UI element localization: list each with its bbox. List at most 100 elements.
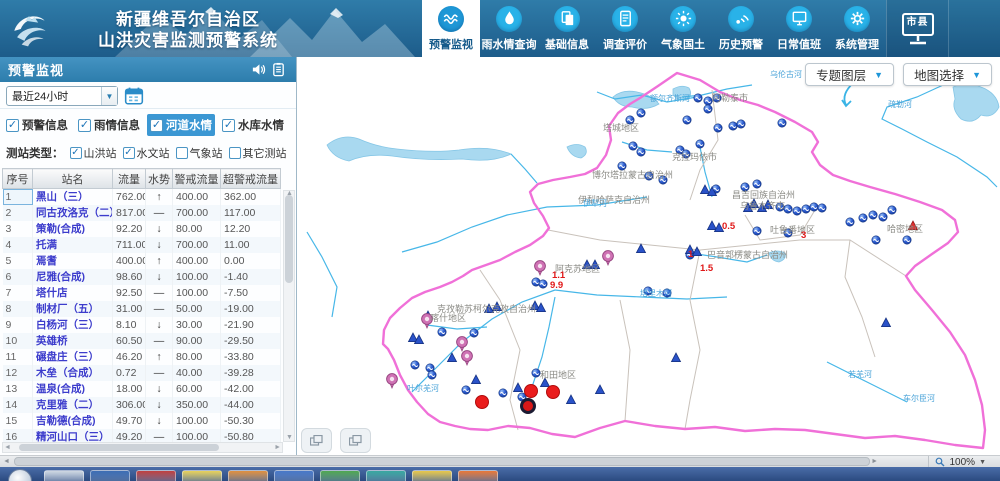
flood-station-marker[interactable] bbox=[472, 375, 481, 384]
hydro-station-marker[interactable] bbox=[879, 213, 887, 221]
report-list-icon[interactable] bbox=[268, 61, 288, 79]
hydro-station-marker[interactable] bbox=[694, 94, 702, 102]
nav-item-signal[interactable]: 历史预警 bbox=[712, 0, 770, 57]
filter-预警信息[interactable]: ✓预警信息 bbox=[3, 114, 71, 136]
filter-河道水情[interactable]: ✓河道水情 bbox=[147, 114, 215, 136]
hydro-station-marker[interactable] bbox=[869, 211, 877, 219]
basemap-select-button[interactable]: 地图选择 ▼ bbox=[903, 63, 992, 86]
taskbar-app-button[interactable] bbox=[458, 470, 498, 481]
checkbox[interactable] bbox=[229, 147, 241, 159]
hydro-station-marker[interactable] bbox=[753, 227, 761, 235]
warning-pin-marker[interactable] bbox=[387, 374, 398, 388]
table-row[interactable]: 6尼雅(合成)98.60↓100.00-1.40 bbox=[3, 269, 281, 285]
table-row[interactable]: 13温泉(合成)18.00↓60.00-42.00 bbox=[3, 381, 281, 397]
hydro-station-marker[interactable] bbox=[629, 142, 637, 150]
taskbar-app-button[interactable] bbox=[412, 470, 452, 481]
taskbar-app-button[interactable] bbox=[366, 470, 406, 481]
filter-水库水情[interactable]: ✓水库水情 bbox=[219, 114, 287, 136]
map-window-tool-button[interactable] bbox=[301, 428, 332, 453]
hydro-station-marker[interactable] bbox=[778, 119, 786, 127]
hydro-station-marker[interactable] bbox=[618, 162, 626, 170]
station-type-山洪站[interactable]: ✓山洪站 bbox=[70, 145, 117, 161]
windows-taskbar[interactable] bbox=[0, 467, 1000, 481]
sound-icon[interactable] bbox=[248, 61, 268, 79]
hydro-station-marker[interactable] bbox=[704, 97, 712, 105]
table-vertical-scrollbar[interactable]: ▲ ▼ bbox=[283, 190, 295, 442]
horizontal-scrollbar-thumb[interactable] bbox=[14, 457, 870, 466]
table-row[interactable]: 10英雄桥60.50—90.00-29.50 bbox=[3, 333, 281, 349]
alarm-station-ring-marker[interactable] bbox=[522, 400, 535, 413]
table-row[interactable]: 12木垒（合成）0.72—40.00-39.28 bbox=[3, 365, 281, 381]
station-type-水文站[interactable]: ✓水文站 bbox=[123, 145, 170, 161]
taskbar-app-button[interactable] bbox=[182, 470, 222, 481]
hydro-station-marker[interactable] bbox=[696, 140, 704, 148]
hydro-station-marker[interactable] bbox=[888, 206, 896, 214]
table-row[interactable]: 9白杨河（三）8.10↓30.00-21.90 bbox=[3, 317, 281, 333]
station-type-其它测站[interactable]: 其它测站 bbox=[229, 145, 287, 161]
table-row[interactable]: 4托满711.00↓700.0011.00 bbox=[3, 237, 281, 253]
nav-item-documents[interactable]: 基础信息 bbox=[538, 0, 596, 57]
column-header[interactable]: 水势 bbox=[146, 169, 173, 189]
hydro-station-marker[interactable] bbox=[846, 218, 854, 226]
station-type-气象站[interactable]: 气象站 bbox=[176, 145, 223, 161]
filter-雨情信息[interactable]: ✓雨情信息 bbox=[75, 114, 143, 136]
calendar-button[interactable] bbox=[124, 87, 144, 106]
taskbar-app-button[interactable] bbox=[320, 470, 360, 481]
hydro-station-marker[interactable] bbox=[784, 205, 792, 213]
hydro-station-marker[interactable] bbox=[729, 122, 737, 130]
warning-pin-marker[interactable] bbox=[535, 261, 546, 275]
taskbar-app-button[interactable] bbox=[228, 470, 268, 481]
taskbar-app-button[interactable] bbox=[90, 470, 130, 481]
flood-station-marker[interactable] bbox=[567, 395, 576, 404]
theme-layer-button[interactable]: 专题图层 ▼ bbox=[805, 63, 894, 86]
column-header[interactable]: 警戒流量 bbox=[173, 169, 221, 189]
checkbox[interactable]: ✓ bbox=[78, 119, 91, 132]
nav-item-raindrop[interactable]: 雨水情查询 bbox=[480, 0, 538, 57]
table-row[interactable]: 1黑山（三）762.00↑400.00362.00 bbox=[3, 189, 281, 205]
hydro-station-marker[interactable] bbox=[810, 203, 818, 211]
column-header[interactable]: 序号 bbox=[3, 169, 33, 189]
map-area[interactable]: 阿勒泰市塔城地区克拉玛依市博尔塔拉蒙古自治州伊犁哈萨克自治州昌吉回族自治州乌鲁木… bbox=[297, 57, 1000, 455]
hydro-station-marker[interactable] bbox=[499, 389, 507, 397]
flood-station-marker[interactable] bbox=[708, 221, 717, 230]
warning-pin-marker[interactable] bbox=[462, 351, 473, 365]
taskbar-app-button[interactable] bbox=[136, 470, 176, 481]
checkbox[interactable]: ✓ bbox=[6, 119, 19, 132]
alarm-station-marker[interactable] bbox=[547, 386, 560, 399]
scrollbar-thumb[interactable] bbox=[285, 195, 293, 283]
flood-station-marker[interactable] bbox=[596, 385, 605, 394]
table-row[interactable]: 3策勒(合成)92.20↓80.0012.20 bbox=[3, 221, 281, 237]
flood-station-marker[interactable] bbox=[514, 383, 523, 392]
checkbox[interactable] bbox=[176, 147, 188, 159]
nav-item-gear[interactable]: 系统管理 bbox=[828, 0, 886, 57]
hydro-station-marker[interactable] bbox=[462, 386, 470, 394]
table-row[interactable]: 2同古孜洛克（二）817.00—700.00117.00 bbox=[3, 205, 281, 221]
table-row[interactable]: 5焉耆400.00↑400.000.00 bbox=[3, 253, 281, 269]
checkbox[interactable]: ✓ bbox=[123, 147, 135, 159]
hydro-station-marker[interactable] bbox=[438, 328, 446, 336]
column-header[interactable]: 流量 bbox=[113, 169, 146, 189]
table-row[interactable]: 8制材厂（五）31.00—50.00-19.00 bbox=[3, 301, 281, 317]
scrollbar-thumb[interactable] bbox=[19, 444, 219, 451]
table-row[interactable]: 15吉勒德(合成)49.70↓100.00-50.30 bbox=[3, 413, 281, 429]
column-header[interactable]: 超警戒流量 bbox=[221, 169, 281, 189]
flood-station-marker[interactable] bbox=[672, 353, 681, 362]
time-range-select[interactable]: 最近24小时 ▼ bbox=[6, 86, 118, 106]
hydro-station-marker[interactable] bbox=[903, 236, 911, 244]
hydro-station-marker[interactable] bbox=[411, 361, 419, 369]
city-county-button[interactable]: 市县 bbox=[886, 0, 948, 57]
hydro-station-marker[interactable] bbox=[532, 369, 540, 377]
flood-station-marker[interactable] bbox=[637, 244, 646, 253]
hydro-station-marker[interactable] bbox=[802, 205, 810, 213]
hydro-station-marker[interactable] bbox=[539, 280, 547, 288]
taskbar-app-button[interactable] bbox=[44, 470, 84, 481]
taskbar-app-button[interactable] bbox=[274, 470, 314, 481]
nav-item-survey[interactable]: 调查评价 bbox=[596, 0, 654, 57]
hydro-station-marker[interactable] bbox=[714, 124, 722, 132]
alarm-station-marker[interactable] bbox=[476, 396, 489, 409]
hydro-station-marker[interactable] bbox=[637, 109, 645, 117]
table-row[interactable]: 7塔什店92.50—100.00-7.50 bbox=[3, 285, 281, 301]
nav-item-monitor[interactable]: 日常值班 bbox=[770, 0, 828, 57]
hydro-station-marker[interactable] bbox=[818, 204, 826, 212]
hydro-station-marker[interactable] bbox=[737, 120, 745, 128]
